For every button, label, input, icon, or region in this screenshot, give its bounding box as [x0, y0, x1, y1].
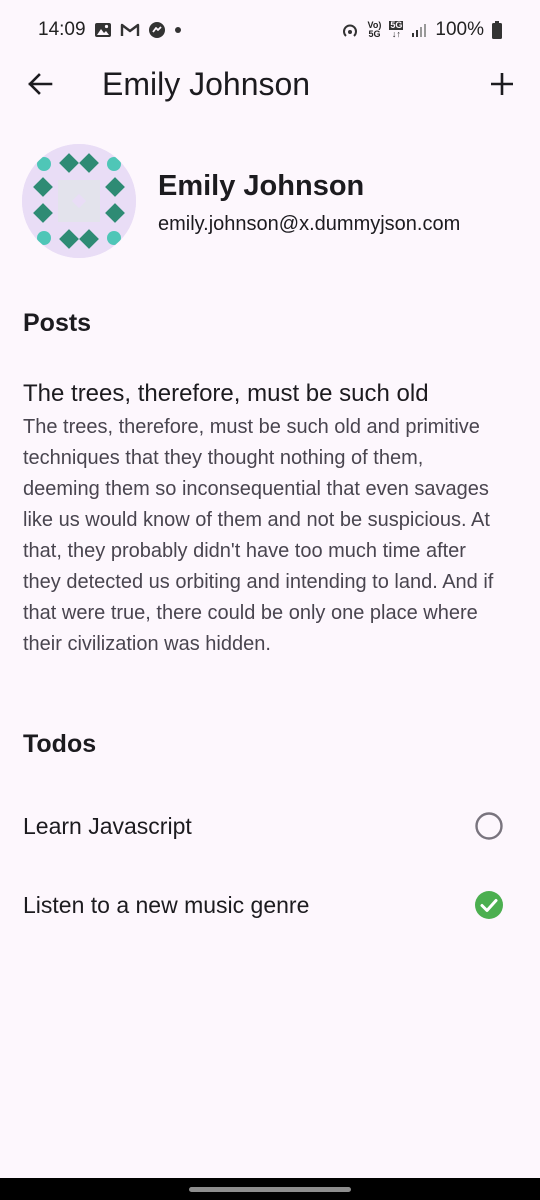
network-5g-icon: 5G ↓↑: [389, 20, 404, 39]
status-time: 14:09: [38, 19, 86, 40]
volte-icon: Vo) 5G: [367, 20, 382, 39]
messenger-notification-icon: [148, 21, 166, 39]
status-right: Vo) 5G 5G ↓↑ 100%: [340, 19, 502, 41]
more-notifications-dot-icon: [174, 26, 182, 34]
arrow-left-icon: [28, 73, 53, 95]
todo-label: Learn Javascript: [23, 812, 192, 839]
page-title: Emily Johnson: [102, 66, 311, 102]
hotspot-icon: [340, 21, 360, 39]
add-button[interactable]: [482, 64, 522, 104]
todo-checkbox[interactable]: [474, 811, 504, 841]
battery-percentage: 100%: [435, 19, 484, 40]
identicon-image: [22, 144, 136, 258]
signal-strength-icon: [411, 22, 427, 38]
profile-name: Emily Johnson: [158, 170, 365, 202]
todo-item[interactable]: Listen to a new music genre: [0, 877, 540, 933]
gallery-notification-icon: [94, 22, 112, 38]
post-body: The trees, therefore, must be such old a…: [23, 416, 494, 655]
back-button[interactable]: [22, 64, 58, 104]
home-indicator[interactable]: [189, 1187, 351, 1192]
plus-icon: [491, 73, 513, 95]
posts-heading: Posts: [23, 309, 92, 337]
check-circle-icon: [475, 891, 503, 919]
avatar: [22, 144, 136, 258]
battery-icon: [492, 21, 502, 39]
todo-item[interactable]: Learn Javascript: [0, 798, 540, 854]
status-bar: 14:09 Vo) 5G 5G ↓↑ 100%: [0, 0, 540, 60]
todo-label: Listen to a new music genre: [23, 891, 310, 918]
profile-email: emily.johnson@x.dummyjson.com: [158, 213, 461, 235]
status-left: 14:09: [38, 19, 182, 41]
system-navigation-bar: [0, 1178, 540, 1200]
todos-heading: Todos: [23, 730, 97, 758]
gmail-notification-icon: [120, 22, 140, 38]
post-title: The trees, therefore, must be such old: [23, 380, 429, 407]
app-bar: Emily Johnson: [0, 60, 540, 108]
todo-checkbox[interactable]: [474, 890, 504, 920]
circle-outline-icon: [475, 812, 503, 840]
